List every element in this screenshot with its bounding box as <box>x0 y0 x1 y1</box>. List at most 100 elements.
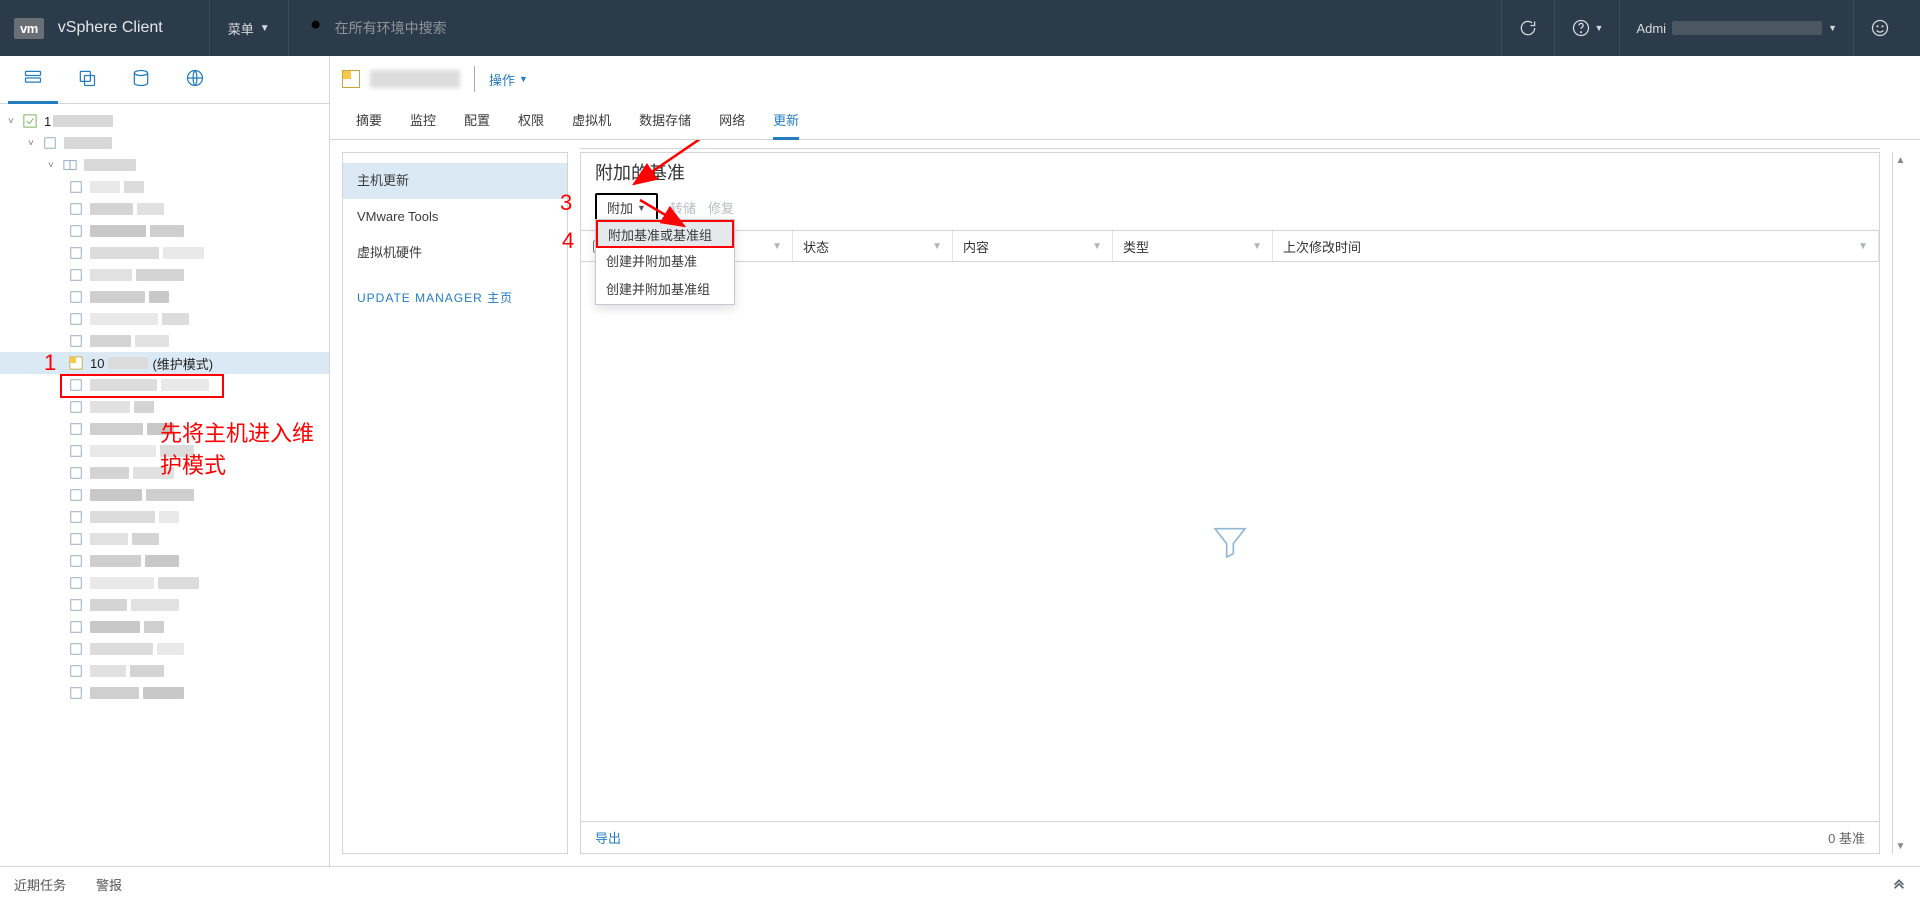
tree-host[interactable] <box>0 616 329 638</box>
empty-funnel-icon <box>1210 522 1250 562</box>
tab-summary[interactable]: 摘要 <box>342 103 396 139</box>
vms-templates-tab[interactable] <box>62 56 112 104</box>
alarms-tab[interactable]: 警报 <box>96 875 122 894</box>
tree-label: 10 <box>90 356 104 371</box>
expand-icon[interactable] <box>1892 876 1906 893</box>
inventory-tree[interactable]: ˅ 1 ˅ ˅ 10(维护模式) 1 先将主机进入维护模式 <box>0 104 329 866</box>
tree-host[interactable] <box>0 176 329 198</box>
filter-icon[interactable]: ▼ <box>772 241 782 252</box>
refresh-icon[interactable] <box>1501 0 1554 56</box>
breadcrumb-bar: 操作 ▼ <box>330 56 1920 102</box>
tree-toggle-icon[interactable]: ˅ <box>48 160 60 171</box>
tab-configure[interactable]: 配置 <box>450 103 504 139</box>
menu-button[interactable]: 菜单 ▼ <box>209 0 289 56</box>
col-type[interactable]: 类型▼ <box>1113 231 1273 261</box>
object-title-blur <box>370 70 460 88</box>
tree-host[interactable] <box>0 572 329 594</box>
tab-updates[interactable]: 更新 <box>759 103 813 139</box>
host-icon <box>68 179 84 195</box>
chevron-down-icon: ▼ <box>637 203 646 213</box>
vcenter-icon <box>22 113 38 129</box>
tree-host[interactable] <box>0 660 329 682</box>
sidenav-host-updates[interactable]: 主机更新 <box>343 163 567 199</box>
side-nav: 主机更新 VMware Tools 虚拟机硬件 UPDATE MANAGER 主… <box>342 152 568 854</box>
annotation-1: 1 <box>44 350 56 376</box>
update-manager-home-link[interactable]: UPDATE MANAGER 主页 <box>357 291 513 305</box>
top-header: vm vSphere Client 菜单 ▼ ▼ Admi ▼ <box>0 0 1920 56</box>
col-modified[interactable]: 上次修改时间▼ <box>1273 231 1879 261</box>
tree-host[interactable] <box>0 484 329 506</box>
host-maintenance-icon <box>342 70 360 88</box>
annotation-4: 4 <box>562 228 574 254</box>
inventory-tabs <box>0 56 329 104</box>
tree-host[interactable] <box>0 374 329 396</box>
tree-cluster[interactable]: ˅ <box>0 154 329 176</box>
tab-monitor[interactable]: 监控 <box>396 103 450 139</box>
tree-datacenter[interactable]: ˅ <box>0 132 329 154</box>
tree-toggle-icon[interactable]: ˅ <box>8 116 20 127</box>
tree-host[interactable] <box>0 594 329 616</box>
tree-host[interactable] <box>0 506 329 528</box>
dd-create-baseline[interactable]: 创建并附加基准 <box>596 248 734 276</box>
user-menu[interactable]: Admi ▼ <box>1619 0 1853 56</box>
host-icon <box>68 201 84 217</box>
host-icon <box>68 685 84 701</box>
col-content[interactable]: 内容▼ <box>953 231 1113 261</box>
host-icon <box>68 267 84 283</box>
export-link[interactable]: 导出 <box>595 828 621 847</box>
grid-header: ▼ 状态▼ 内容▼ 类型▼ 上次修改时间▼ <box>581 230 1879 262</box>
tree-host[interactable] <box>0 242 329 264</box>
bottom-bar: 近期任务 警报 <box>0 866 1920 902</box>
dd-attach-baseline[interactable]: 附加基准或基准组 <box>596 220 734 248</box>
host-icon <box>68 245 84 261</box>
smiley-icon[interactable] <box>1853 0 1906 56</box>
tree-host[interactable] <box>0 528 329 550</box>
tab-networks[interactable]: 网络 <box>705 103 759 139</box>
tree-host[interactable] <box>0 638 329 660</box>
tree-label-suffix: (维护模式) <box>152 354 213 373</box>
sidenav-vm-hardware[interactable]: 虚拟机硬件 <box>343 235 567 271</box>
host-icon <box>68 399 84 415</box>
tree-host[interactable] <box>0 286 329 308</box>
panel-toolbar: 附加 ▼ 转储 修复 附加基准或基准组 创建并附加基准 创建并附加基准组 <box>581 189 1879 230</box>
recent-tasks-tab[interactable]: 近期任务 <box>14 875 66 894</box>
help-icon[interactable]: ▼ <box>1554 0 1620 56</box>
hosts-clusters-tab[interactable] <box>8 56 58 104</box>
filter-icon[interactable]: ▼ <box>1092 241 1102 252</box>
cluster-icon <box>62 157 78 173</box>
attach-dropdown: 附加基准或基准组 创建并附加基准 创建并附加基准组 <box>595 219 735 305</box>
network-tab[interactable] <box>170 56 220 104</box>
sidenav-vmware-tools[interactable]: VMware Tools <box>343 199 567 235</box>
tree-host[interactable] <box>0 198 329 220</box>
tree-toggle-icon[interactable]: ˅ <box>28 138 40 149</box>
tree-host[interactable] <box>0 682 329 704</box>
tree-host[interactable] <box>0 220 329 242</box>
actions-menu[interactable]: 操作 ▼ <box>489 70 528 89</box>
header-right: ▼ Admi ▼ <box>1501 0 1906 56</box>
host-maintenance-icon <box>68 355 84 371</box>
row-count: 0 基准 <box>1828 828 1865 847</box>
menu-label: 菜单 <box>228 19 254 38</box>
right-scrollbar[interactable] <box>1892 152 1908 854</box>
filter-icon[interactable]: ▼ <box>1858 241 1868 252</box>
storage-tab[interactable] <box>116 56 166 104</box>
tab-permissions[interactable]: 权限 <box>504 103 558 139</box>
tab-datastores[interactable]: 数据存储 <box>625 103 705 139</box>
host-icon <box>68 553 84 569</box>
filter-icon[interactable]: ▼ <box>932 241 942 252</box>
tree-host[interactable] <box>0 550 329 572</box>
tree-host[interactable] <box>0 308 329 330</box>
search-input[interactable] <box>335 20 635 36</box>
attach-button[interactable]: 附加 ▼ <box>595 193 658 222</box>
tree-root[interactable]: ˅ 1 <box>0 110 329 132</box>
tab-vms[interactable]: 虚拟机 <box>558 103 625 139</box>
grid-body-empty <box>581 262 1879 821</box>
filter-icon[interactable]: ▼ <box>1252 241 1262 252</box>
tree-host[interactable] <box>0 330 329 352</box>
col-status[interactable]: 状态▼ <box>793 231 953 261</box>
tree-host[interactable] <box>0 396 329 418</box>
tree-host[interactable] <box>0 264 329 286</box>
attach-label: 附加 <box>607 198 633 217</box>
transfer-button: 转储 <box>670 198 696 217</box>
dd-create-baseline-group[interactable]: 创建并附加基准组 <box>596 276 734 304</box>
